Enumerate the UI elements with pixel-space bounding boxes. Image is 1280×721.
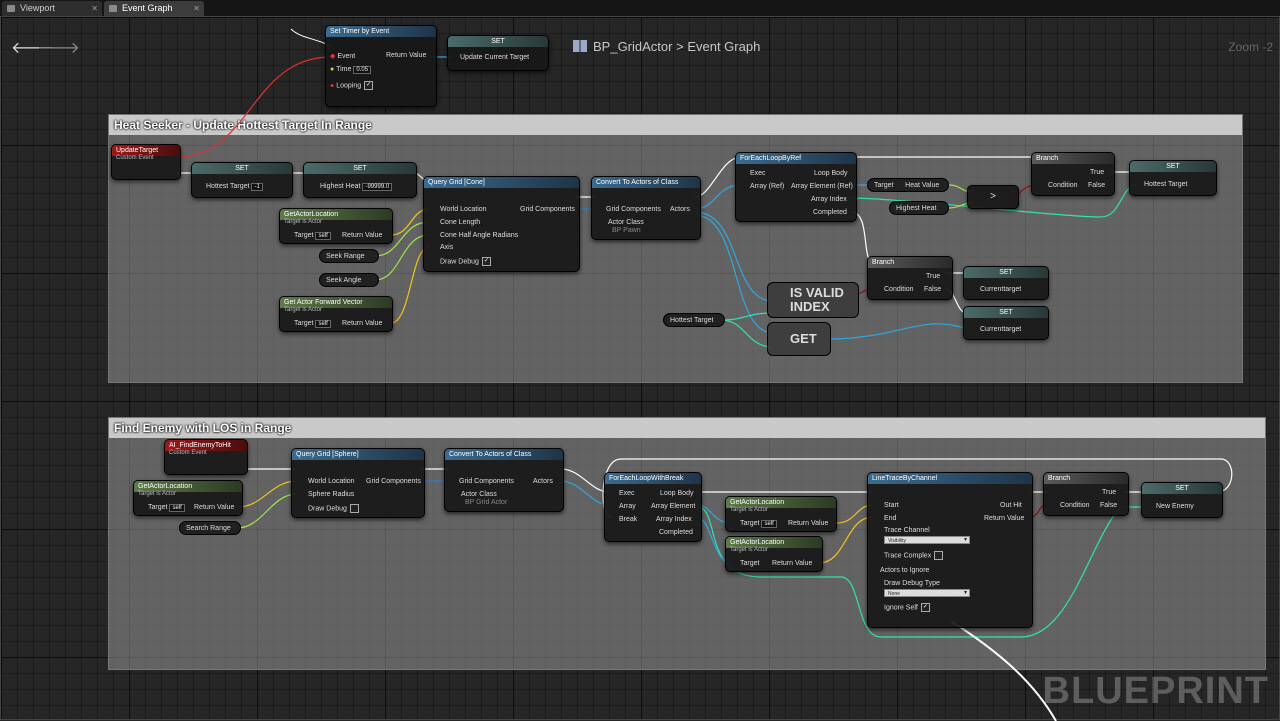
wire (237, 480, 298, 508)
graph-icon (109, 5, 117, 12)
get-actor-location-node[interactable]: GetActorLocation Target is Actor Target … (725, 536, 823, 572)
set-hottest-target-node[interactable]: SET Hottest Target -1 (191, 162, 293, 198)
update-target-event-node[interactable]: UpdateTarget Custom Event (111, 144, 181, 180)
set-timer-by-event-node[interactable]: Set Timer by Event ◆ Event ● Time 0.05 ● … (325, 25, 437, 107)
wire (720, 319, 774, 348)
tab-bar: Viewport ✕ Event Graph ✕ (0, 0, 1280, 16)
branch-node[interactable]: Branch Condition True False (867, 256, 953, 300)
set-current-target-node[interactable]: SET Currenttarget (963, 266, 1049, 300)
is-valid-index-node[interactable]: IS VALID INDEX (767, 282, 859, 318)
convert-to-actors-node[interactable]: Convert To Actors of Class Grid Componen… (591, 176, 701, 240)
for-each-loop-by-ref-node[interactable]: ForEachLoopByRef Exec Array (Ref) Loop B… (735, 152, 857, 222)
time-value-field[interactable]: 0.05 (353, 66, 372, 74)
graph-canvas[interactable]: Heat Seeker - Update Hottest Target In R… (0, 16, 1280, 721)
close-icon[interactable]: ✕ (91, 1, 98, 16)
set-highest-heat-node[interactable]: SET Highest Heat -99999.0 (303, 162, 417, 198)
search-range-variable[interactable]: Search Range (179, 521, 241, 535)
wire (560, 468, 610, 493)
wire-layer (176, 28, 1233, 721)
seek-range-variable[interactable]: Seek Range (319, 249, 379, 263)
wire (694, 211, 774, 302)
trace-channel-dropdown[interactable]: Visibility (884, 536, 970, 544)
seek-angle-variable[interactable]: Seek Angle (319, 273, 379, 287)
wire (826, 323, 968, 340)
convert-to-actors-node[interactable]: Convert To Actors of Class Grid Componen… (444, 448, 564, 512)
set-current-target-node[interactable]: SET Currenttarget (963, 306, 1049, 340)
highest-heat-variable[interactable]: Highest Heat (889, 201, 949, 215)
breadcrumb-blueprint[interactable]: BP_GridActor (593, 39, 672, 54)
set-new-enemy-node[interactable]: SET New Enemy (1141, 482, 1223, 518)
target-heat-value-node[interactable]: Target Heat Value (867, 178, 949, 192)
draw-debug-checkbox[interactable] (349, 504, 359, 513)
query-grid-sphere-node[interactable]: Query Grid [Sphere] World Location Spher… (291, 448, 425, 518)
draw-debug-checkbox[interactable]: ✓ (481, 257, 491, 266)
line-trace-by-channel-node[interactable]: LineTraceByChannel Start End Trace Chann… (867, 472, 1033, 628)
get-actor-forward-vector-node[interactable]: Get Actor Forward Vector Target is Actor… (279, 296, 393, 332)
array-get-node[interactable]: GET (767, 322, 831, 356)
tab-event-graph[interactable]: Event Graph ✕ (104, 1, 204, 16)
forward-arrow-icon[interactable]: 🡒 (37, 37, 80, 58)
get-actor-location-node[interactable]: GetActorLocation Target is Actor Target s… (725, 496, 837, 532)
blueprint-graph-icon (573, 40, 587, 52)
close-icon[interactable]: ✕ (193, 1, 200, 16)
greater-than-node[interactable]: > (967, 185, 1019, 209)
set-hottest-target-node[interactable]: SET Hottest Target (1129, 160, 1217, 196)
wire (236, 493, 298, 529)
ai-find-enemy-event-node[interactable]: AI_FindEnemyToHit Custom Event (164, 439, 248, 475)
viewport-icon (7, 5, 15, 12)
wire (176, 56, 332, 158)
branch-node[interactable]: Branch Condition True False (1031, 152, 1115, 196)
branch-node[interactable]: Branch Condition True False (1043, 472, 1129, 516)
breadcrumb: BP_GridActor > Event Graph (573, 39, 760, 54)
breadcrumb-graph[interactable]: Event Graph (687, 39, 760, 54)
ignore-self-checkbox[interactable]: ✓ (920, 603, 930, 612)
query-grid-cone-node[interactable]: Query Grid [Cone] World Location Cone Le… (423, 176, 580, 272)
wire (950, 620, 1057, 721)
tab-viewport[interactable]: Viewport ✕ (2, 1, 102, 16)
wire (720, 312, 774, 321)
wire (560, 480, 610, 506)
blueprint-watermark: BLUEPRINT (1042, 670, 1269, 712)
get-actor-location-node[interactable]: GetActorLocation Target is Actor Target s… (133, 480, 243, 516)
trace-complex-checkbox[interactable] (934, 551, 944, 560)
zoom-level: Zoom -2 (1228, 40, 1273, 54)
draw-debug-type-dropdown[interactable]: None (884, 589, 970, 597)
for-each-loop-with-break-node[interactable]: ForEachLoopWithBreak Exec Array Break Lo… (604, 472, 702, 542)
looping-checkbox[interactable]: ✓ (364, 81, 374, 90)
set-update-current-target-node[interactable]: SET Update Current Target (447, 35, 549, 71)
get-actor-location-node[interactable]: GetActorLocation Target is Actor Target s… (279, 208, 393, 244)
hottest-target-variable[interactable]: Hottest Target (663, 313, 725, 327)
